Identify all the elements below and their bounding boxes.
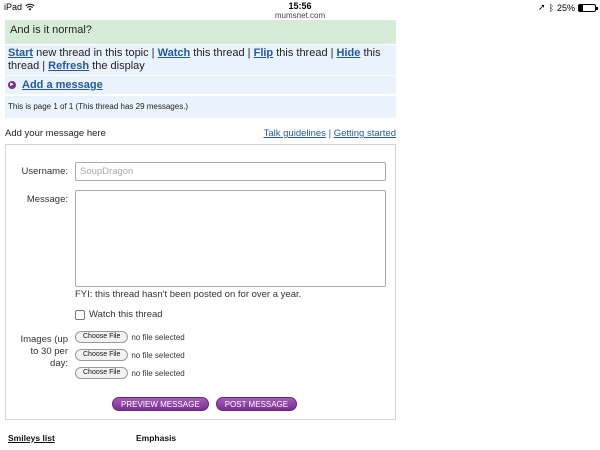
status-center: 15:56 mumsnet.com: [0, 1, 600, 20]
message-textarea[interactable]: [75, 190, 386, 287]
thread-message: And is it normal?: [5, 20, 396, 44]
url-domain[interactable]: mumsnet.com: [0, 11, 600, 20]
file-status: no file selected: [131, 350, 185, 360]
username-label: Username:: [21, 166, 68, 177]
page-info-text: This is page 1 of 1 (This thread has 29 …: [8, 102, 189, 111]
status-right: ➚ ᛒ 25%: [538, 2, 598, 13]
form-buttons: PREVIEW MESSAGE POST MESSAGE: [112, 397, 298, 411]
location-icon: ➚: [538, 2, 546, 12]
watch-text: this thread |: [190, 47, 254, 59]
preview-message-button[interactable]: PREVIEW MESSAGE: [112, 397, 209, 411]
add-message-bar: ► Add a message: [5, 76, 396, 94]
add-message-header: Add your message here Talk guidelines | …: [5, 128, 396, 139]
link-separator: |: [328, 128, 332, 139]
watch-thread-link[interactable]: Watch: [158, 47, 191, 59]
file-input-3: Choose File no file selected: [75, 367, 185, 379]
add-message-link[interactable]: Add a message: [22, 79, 103, 91]
smileys-list-link[interactable]: Smileys list: [8, 433, 55, 443]
choose-file-button[interactable]: Choose File: [75, 331, 129, 343]
choose-file-button[interactable]: Choose File: [75, 349, 129, 361]
file-status: no file selected: [131, 332, 185, 342]
choose-file-button[interactable]: Choose File: [75, 367, 129, 379]
battery-percent: 25%: [556, 2, 575, 13]
post-message-button[interactable]: POST MESSAGE: [215, 397, 298, 411]
battery-icon: [578, 3, 598, 12]
file-input-2: Choose File no file selected: [75, 349, 185, 361]
status-bar: iPad 15:56 mumsnet.com ➚ ᛒ 25%: [0, 0, 600, 20]
refresh-text: the display: [89, 60, 145, 72]
page-info: This is page 1 of 1 (This thread has 29 …: [5, 96, 396, 118]
hide-thread-link[interactable]: Hide: [337, 47, 361, 59]
username-field[interactable]: SoupDragon: [75, 162, 386, 181]
emphasis-heading: Emphasis: [136, 433, 177, 443]
start-thread-link[interactable]: Start: [8, 47, 33, 59]
thread-actions: Start new thread in this topic | Watch t…: [5, 45, 396, 75]
message-text: And is it normal?: [10, 24, 92, 36]
battery-fill: [579, 4, 583, 11]
file-status: no file selected: [131, 368, 185, 378]
fyi-note: FYI: this thread hasn't been posted on f…: [75, 289, 302, 300]
flip-text: this thread |: [273, 47, 337, 59]
message-label: Message:: [26, 194, 68, 205]
flip-thread-link[interactable]: Flip: [254, 47, 274, 59]
images-label: Images (up to 30 per day:: [20, 334, 68, 369]
talk-guidelines-link[interactable]: Talk guidelines: [264, 128, 326, 139]
watch-checkbox[interactable]: [75, 309, 85, 320]
arrow-circle-icon: ►: [8, 81, 16, 89]
file-input-1: Choose File no file selected: [75, 331, 185, 343]
watch-label: Watch this thread: [89, 309, 163, 320]
watch-thread-option[interactable]: Watch this thread: [75, 309, 163, 320]
bluetooth-icon: ᛒ: [548, 2, 554, 13]
status-time: 15:56: [288, 1, 312, 11]
start-text: new thread in this topic |: [33, 47, 158, 59]
add-message-title: Add your message here: [5, 128, 106, 139]
getting-started-link[interactable]: Getting started: [334, 128, 396, 139]
help-links: Talk guidelines | Getting started: [264, 128, 396, 139]
refresh-link[interactable]: Refresh: [48, 60, 89, 72]
message-form: Username: SoupDragon Message: FYI: this …: [5, 144, 396, 420]
